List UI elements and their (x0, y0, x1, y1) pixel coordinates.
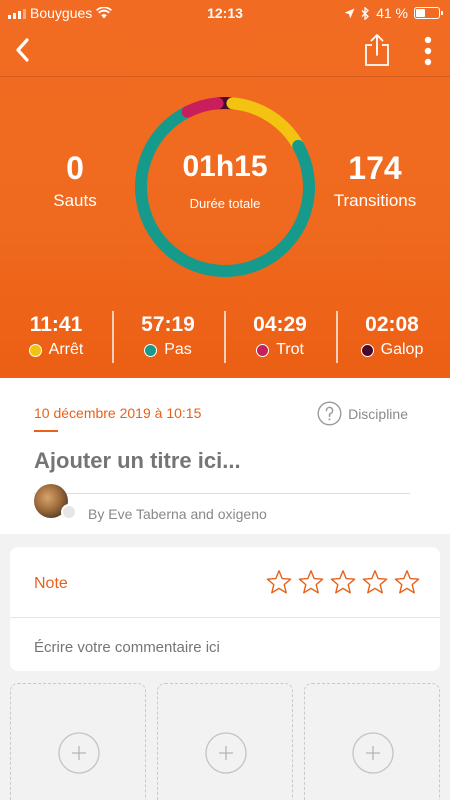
ring-segment-arrêt (226, 97, 305, 152)
date-underline (34, 430, 58, 432)
transitions-label: Transitions (333, 191, 417, 210)
session-title-input[interactable] (34, 448, 414, 474)
nav-divider (0, 76, 450, 77)
star-rating[interactable] (266, 569, 420, 595)
transitions-value: 174 (348, 150, 402, 186)
navigation-bar (0, 26, 450, 76)
star-icon[interactable] (362, 569, 388, 595)
total-duration: 01h15 Durée totale (133, 150, 317, 211)
plus-circle-icon (205, 732, 247, 774)
gait-color-dot (144, 343, 158, 357)
total-duration-label: Durée totale (189, 196, 261, 211)
note-divider (10, 617, 440, 618)
session-summary-header: Bouygues 12:13 41 % 0 Sauts 01h15 Durée … (0, 0, 450, 378)
gait-label: Trot (276, 341, 304, 358)
location-arrow-icon (344, 8, 355, 18)
transitions-stat: 174 Transitions (320, 150, 430, 211)
gait-time: 04:29 (253, 313, 307, 336)
bluetooth-icon (361, 6, 370, 20)
share-icon[interactable] (362, 32, 392, 68)
status-bar: Bouygues 12:13 41 % (0, 0, 450, 26)
gait-label: Galop (380, 341, 424, 358)
more-vertical-icon[interactable] (418, 34, 438, 68)
gait-color-dot (28, 343, 42, 357)
plus-circle-icon (58, 732, 100, 774)
gait-color-dot (360, 343, 374, 357)
photo-slot[interactable] (304, 683, 440, 800)
gait-time: 02:08 (365, 313, 419, 336)
discipline-label: Discipline (348, 405, 408, 422)
gait-stat-galop: 02:08 Galop (336, 313, 448, 359)
star-icon[interactable] (266, 569, 292, 595)
note-label: Note (34, 575, 68, 592)
gait-time: 11:41 (29, 313, 83, 336)
gait-time: 57:19 (141, 313, 195, 336)
star-icon[interactable] (298, 569, 324, 595)
star-icon[interactable] (394, 569, 420, 595)
star-icon[interactable] (330, 569, 356, 595)
note-card: Note (10, 547, 440, 671)
question-circle-icon (317, 401, 342, 426)
ring-segment-trot (181, 97, 224, 118)
jumps-stat: 0 Sauts (30, 150, 120, 211)
discipline-button[interactable]: Discipline (317, 401, 408, 426)
total-duration-value: 01h15 (182, 150, 268, 183)
gait-stat-trot: 04:29 Trot (224, 313, 336, 359)
title-underline (34, 493, 410, 494)
session-byline: By Eve Taberna and oxigeno (88, 506, 267, 522)
photo-slot[interactable] (10, 683, 146, 800)
gait-color-dot (256, 343, 270, 357)
gait-label: Arrêt (48, 341, 84, 358)
chevron-left-icon[interactable] (8, 34, 38, 66)
horse-avatar-badge (61, 504, 77, 520)
jumps-label: Sauts (53, 191, 97, 210)
gait-label: Pas (164, 341, 192, 358)
battery-percent: 41 % (376, 5, 408, 21)
gait-stat-pas: 57:19 Pas (112, 313, 224, 359)
battery-icon (414, 7, 443, 19)
plus-circle-icon (352, 732, 394, 774)
jumps-value: 0 (66, 150, 84, 186)
gait-stat-arret: 11:41 Arrêt (0, 313, 112, 359)
comment-input[interactable] (34, 639, 414, 656)
session-date: 10 décembre 2019 à 10:15 (34, 405, 202, 421)
photo-slot[interactable] (157, 683, 293, 800)
session-info-card: 10 décembre 2019 à 10:15 Discipline By E… (0, 378, 450, 534)
